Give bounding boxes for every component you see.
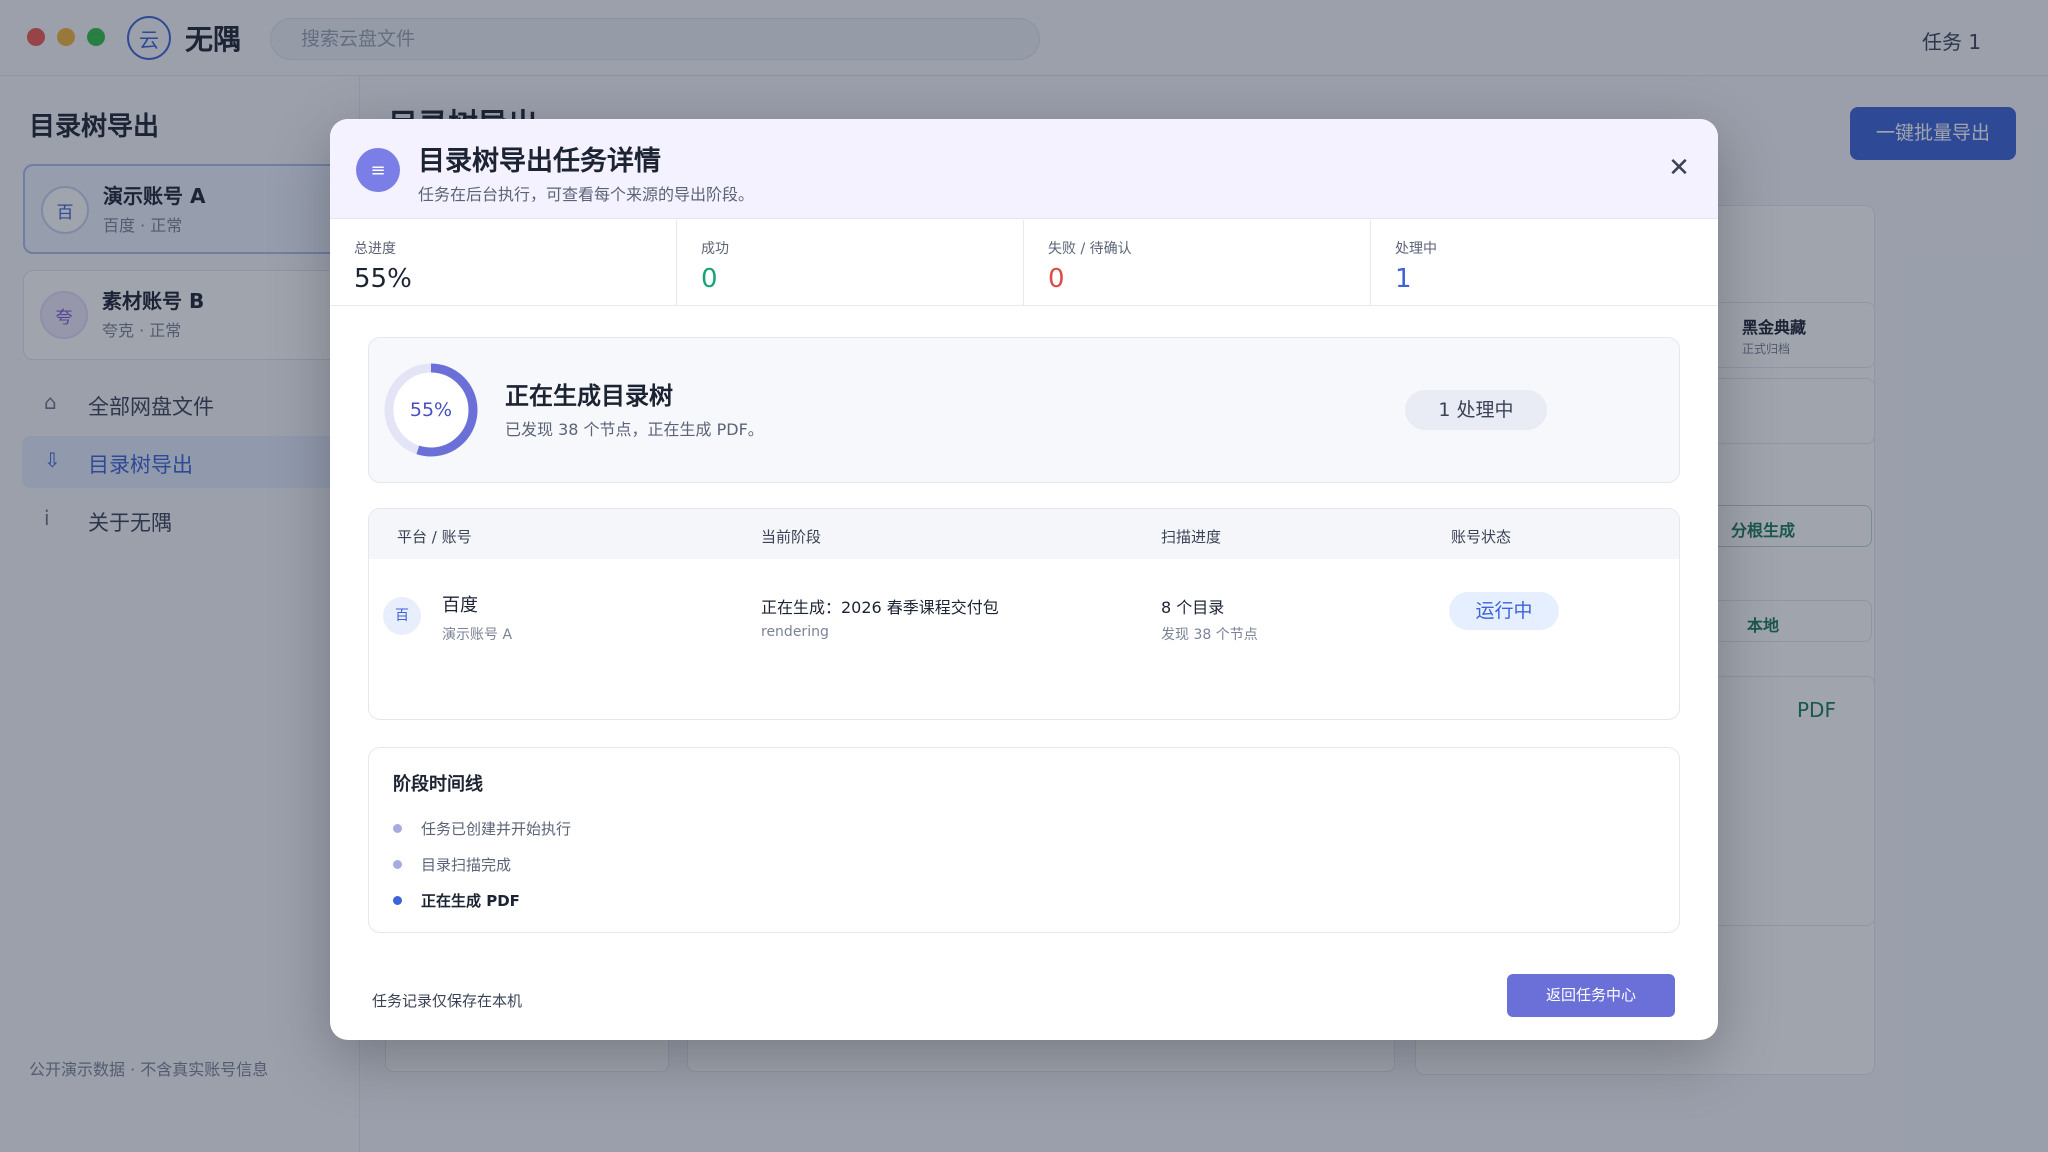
stat-label: 总进度 <box>354 241 396 257</box>
stat-failed: 失败 / 待确认 0 <box>1024 220 1371 306</box>
table-header: 平台 / 账号 当前阶段 扫描进度 账号状态 <box>369 509 1679 559</box>
column-header: 平台 / 账号 <box>397 528 472 546</box>
timeline-title: 阶段时间线 <box>393 774 483 795</box>
modal-footer-note: 任务记录仅保存在本机 <box>372 992 523 1010</box>
status-badge: 运行中 <box>1449 592 1559 630</box>
source-table: 平台 / 账号 当前阶段 扫描进度 账号状态 百 百度 演示账号 A 正在生成：… <box>368 508 1680 720</box>
progress-title: 正在生成目录树 <box>505 382 673 410</box>
progress-percent: 55% <box>409 399 453 421</box>
stat-success: 成功 0 <box>677 220 1024 306</box>
stat-total-progress: 总进度 55% <box>330 220 677 306</box>
timeline-item: 任务已创建并开始执行 <box>393 816 993 840</box>
close-icon[interactable]: ✕ <box>1660 149 1698 187</box>
list-icon: ≡ <box>356 148 400 192</box>
stat-label: 失败 / 待确认 <box>1048 241 1132 257</box>
bullet-icon <box>393 896 402 905</box>
timeline-item-current: 正在生成 PDF <box>393 888 993 912</box>
column-header: 当前阶段 <box>761 528 822 546</box>
platform-avatar: 百 <box>383 597 421 635</box>
row-scan-sub: 发现 38 个节点 <box>1161 627 1258 643</box>
stat-processing: 处理中 1 <box>1371 220 1718 306</box>
modal-subtitle: 任务在后台执行，可查看每个来源的导出阶段。 <box>418 185 755 204</box>
stat-value: 55% <box>354 264 412 294</box>
row-stage-code: rendering <box>761 624 829 640</box>
modal-header: ≡ 目录树导出任务详情 任务在后台执行，可查看每个来源的导出阶段。 ✕ <box>330 119 1718 219</box>
row-stage: 正在生成：2026 春季课程交付包 <box>761 598 999 617</box>
progress-subtitle: 已发现 38 个节点，正在生成 PDF。 <box>505 420 764 439</box>
row-scan: 8 个目录 <box>1161 598 1225 617</box>
timeline-text: 任务已创建并开始执行 <box>421 820 572 838</box>
stat-label: 成功 <box>701 241 729 257</box>
timeline-item: 目录扫描完成 <box>393 852 993 876</box>
bullet-icon <box>393 860 402 869</box>
processing-badge: 1 处理中 <box>1405 390 1547 430</box>
column-header: 账号状态 <box>1451 528 1512 546</box>
task-detail-modal: ≡ 目录树导出任务详情 任务在后台执行，可查看每个来源的导出阶段。 ✕ 总进度 … <box>330 119 1718 1040</box>
stat-label: 处理中 <box>1395 241 1437 257</box>
row-account: 演示账号 A <box>442 627 513 643</box>
timeline-text: 正在生成 PDF <box>421 892 520 910</box>
stat-value: 0 <box>701 264 718 294</box>
bullet-icon <box>393 824 402 833</box>
row-platform: 百度 <box>442 595 478 616</box>
modal-title: 目录树导出任务详情 <box>418 146 661 177</box>
stat-value: 1 <box>1395 264 1412 294</box>
timeline-card: 阶段时间线 任务已创建并开始执行 目录扫描完成 正在生成 PDF <box>368 747 1680 933</box>
stats-bar: 总进度 55% 成功 0 失败 / 待确认 0 处理中 1 <box>330 220 1718 306</box>
stat-value: 0 <box>1048 264 1065 294</box>
return-task-center-button[interactable]: 返回任务中心 <box>1507 974 1675 1017</box>
column-header: 扫描进度 <box>1161 528 1222 546</box>
timeline-text: 目录扫描完成 <box>421 856 512 874</box>
progress-card: 55% 正在生成目录树 已发现 38 个节点，正在生成 PDF。 1 处理中 <box>368 337 1680 483</box>
